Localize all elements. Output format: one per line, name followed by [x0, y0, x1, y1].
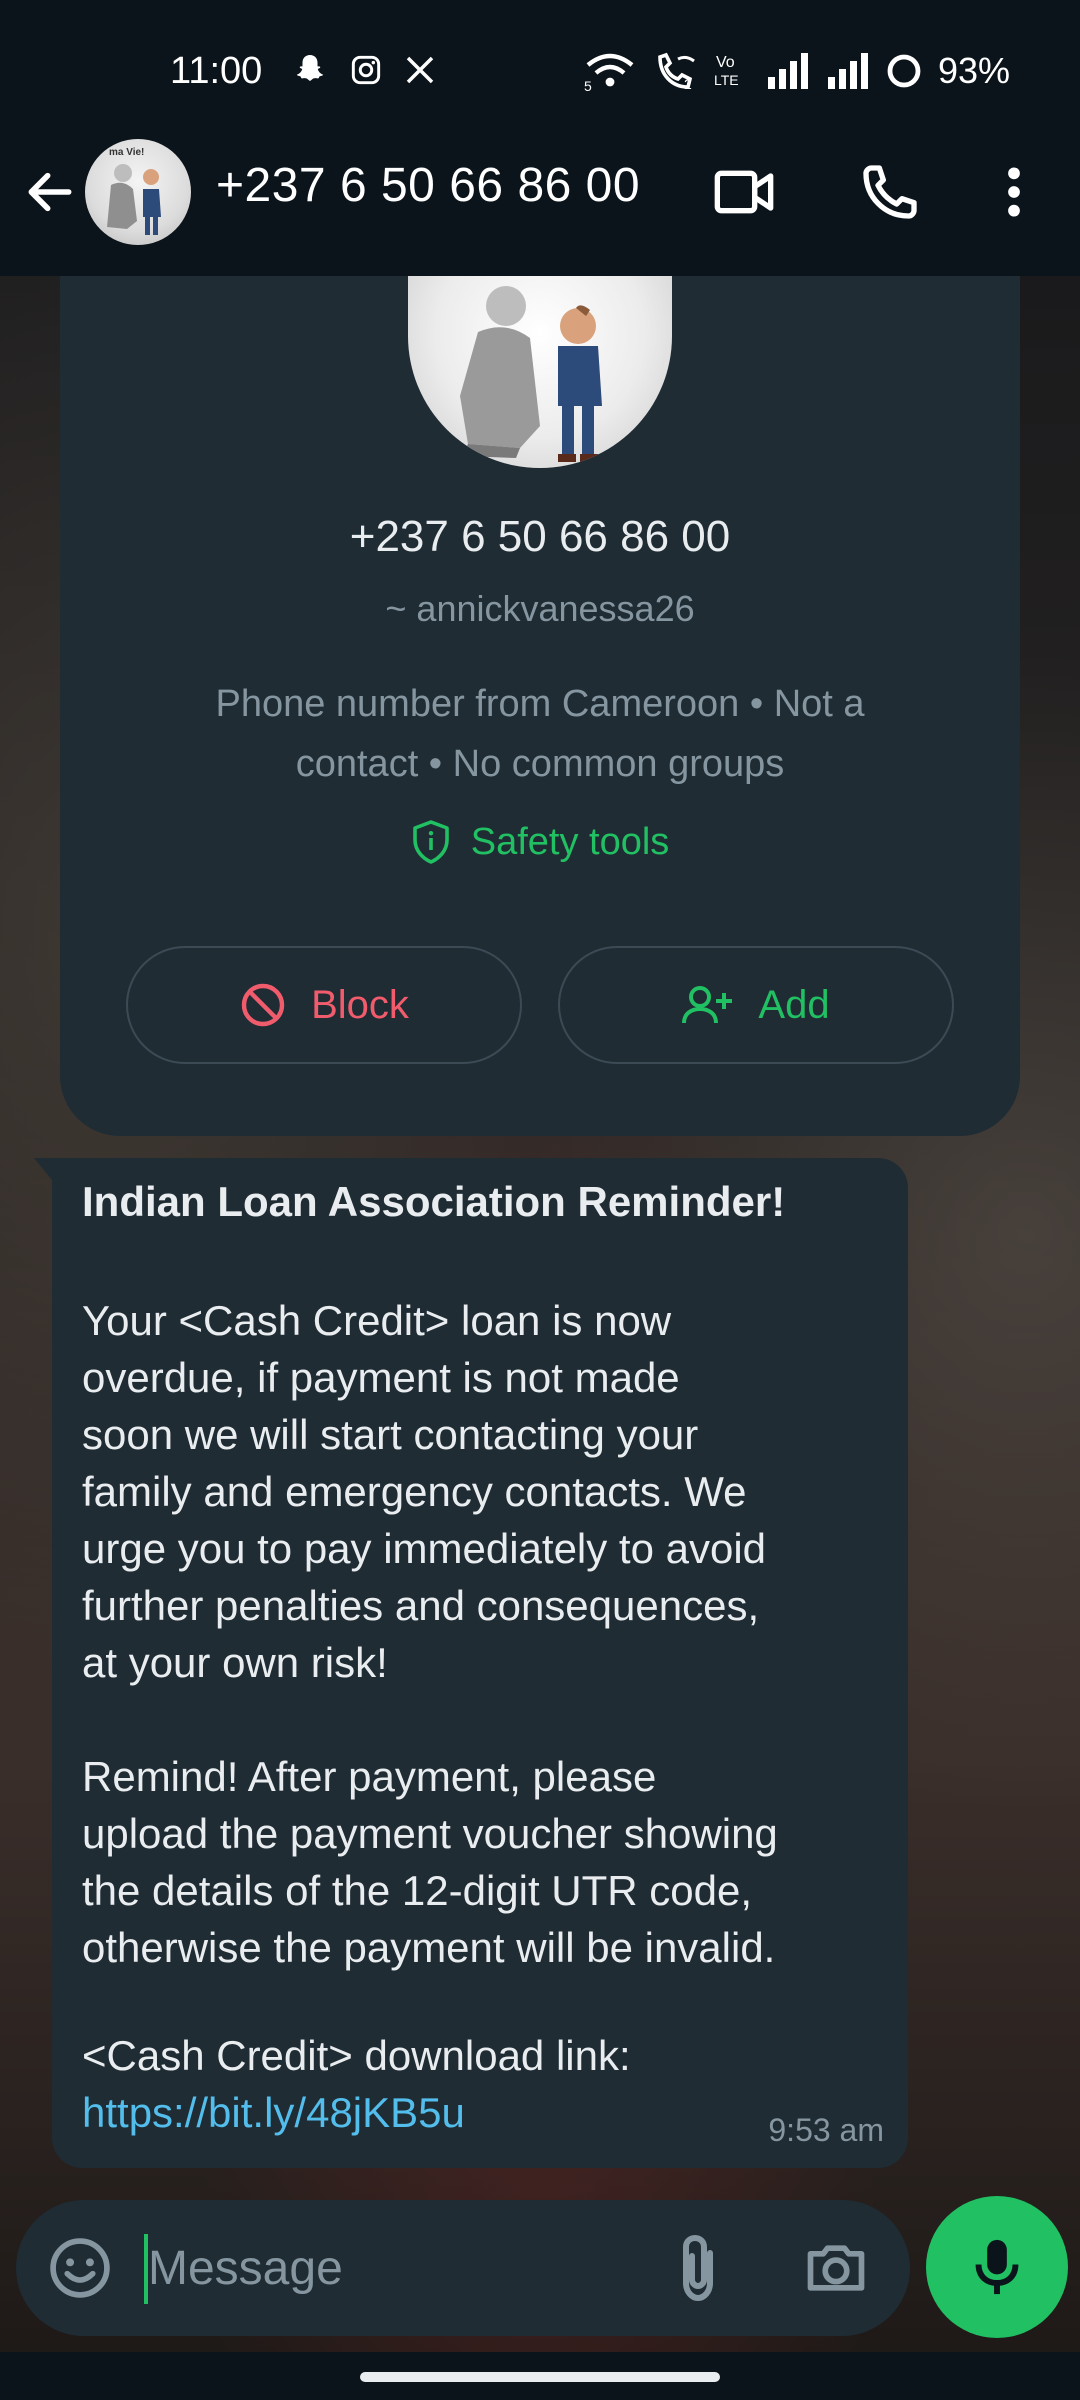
incoming-message[interactable]: Indian Loan Association Reminder! Your <…: [34, 1158, 908, 2168]
status-time: 11:00: [170, 50, 263, 92]
microphone-icon: [975, 2239, 1019, 2295]
video-call-icon[interactable]: [712, 160, 776, 224]
svg-text:LTE: LTE: [714, 72, 739, 88]
chat-header: ma Vie! +237 6 50 66 86 00: [0, 130, 1080, 276]
volte-icon: VoLTE: [714, 54, 739, 88]
contact-phone-number: +237 6 50 66 86 00: [349, 512, 731, 561]
status-bar: 11:00 5 2 Vo LTE 93%: [0, 0, 1080, 140]
battery-icon: [887, 54, 921, 88]
message-body: Your <Cash Credit> loan is now overdue, …: [82, 1297, 778, 1971]
status-notification-icons: [292, 52, 436, 88]
wifi-icon: 5: [584, 53, 634, 91]
block-icon: [241, 983, 285, 1027]
contact-avatar-large[interactable]: [408, 276, 672, 468]
block-button[interactable]: Block: [126, 946, 522, 1064]
message-input[interactable]: [148, 2230, 648, 2306]
wifi-calling-icon: 2: [658, 52, 695, 91]
contact-details-line-2: contact • No common groups: [295, 743, 785, 785]
battery-percent: 93%: [937, 50, 1010, 91]
contact-info-card: +237 6 50 66 86 00 ~ annickvanessa26 Pho…: [60, 276, 1020, 1136]
shield-icon: [412, 820, 449, 864]
message-timestamp: 9:53 am: [768, 2112, 884, 2148]
contact-username: ~ annickvanessa26: [385, 588, 695, 629]
message-link-label: <Cash Credit> download link:: [82, 2032, 631, 2079]
x-icon: [406, 56, 434, 84]
avatar-illustration: ma Vie!: [107, 147, 161, 235]
add-label: Add: [758, 982, 830, 1027]
phone-call-icon[interactable]: [858, 160, 922, 224]
safety-tools-label: Safety tools: [470, 820, 670, 863]
camera-icon[interactable]: [802, 2234, 870, 2302]
svg-text:Vo: Vo: [716, 54, 735, 71]
contact-details: Phone number from Cameroon • Not a conta…: [180, 674, 900, 794]
contact-avatar[interactable]: ma Vie!: [85, 139, 191, 245]
back-arrow-icon[interactable]: [22, 164, 78, 220]
more-options-icon[interactable]: [996, 160, 1032, 224]
instagram-icon: [351, 55, 381, 85]
signal-icon: [827, 53, 868, 89]
safety-tools-link[interactable]: Safety tools: [60, 820, 1020, 864]
signal-icon: [767, 53, 808, 89]
voice-message-button[interactable]: [926, 2196, 1068, 2338]
status-system-icons: 5 2 Vo LTE 93%: [584, 50, 1010, 92]
block-label: Block: [311, 982, 409, 1027]
avatar-large-illustration: [460, 286, 602, 462]
svg-text:2: 2: [684, 76, 692, 91]
navigation-bar: [0, 2352, 1080, 2400]
add-person-icon: [682, 986, 733, 1024]
message-link[interactable]: https://bit.ly/48jKB5u: [82, 2089, 465, 2137]
contact-details-line-1: Phone number from Cameroon • Not a: [215, 683, 865, 725]
avatar-caption: ma Vie!: [109, 147, 144, 158]
chat-title[interactable]: +237 6 50 66 86 00: [216, 158, 640, 213]
add-contact-button[interactable]: Add: [558, 946, 954, 1064]
message-composer: [16, 2200, 910, 2336]
emoji-icon[interactable]: [46, 2234, 114, 2302]
home-gesture-handle[interactable]: [360, 2372, 720, 2382]
attach-icon[interactable]: [666, 2232, 730, 2304]
snapchat-icon: [296, 55, 324, 81]
message-title: Indian Loan Association Reminder!: [82, 1178, 786, 1225]
svg-text:5: 5: [584, 78, 592, 91]
